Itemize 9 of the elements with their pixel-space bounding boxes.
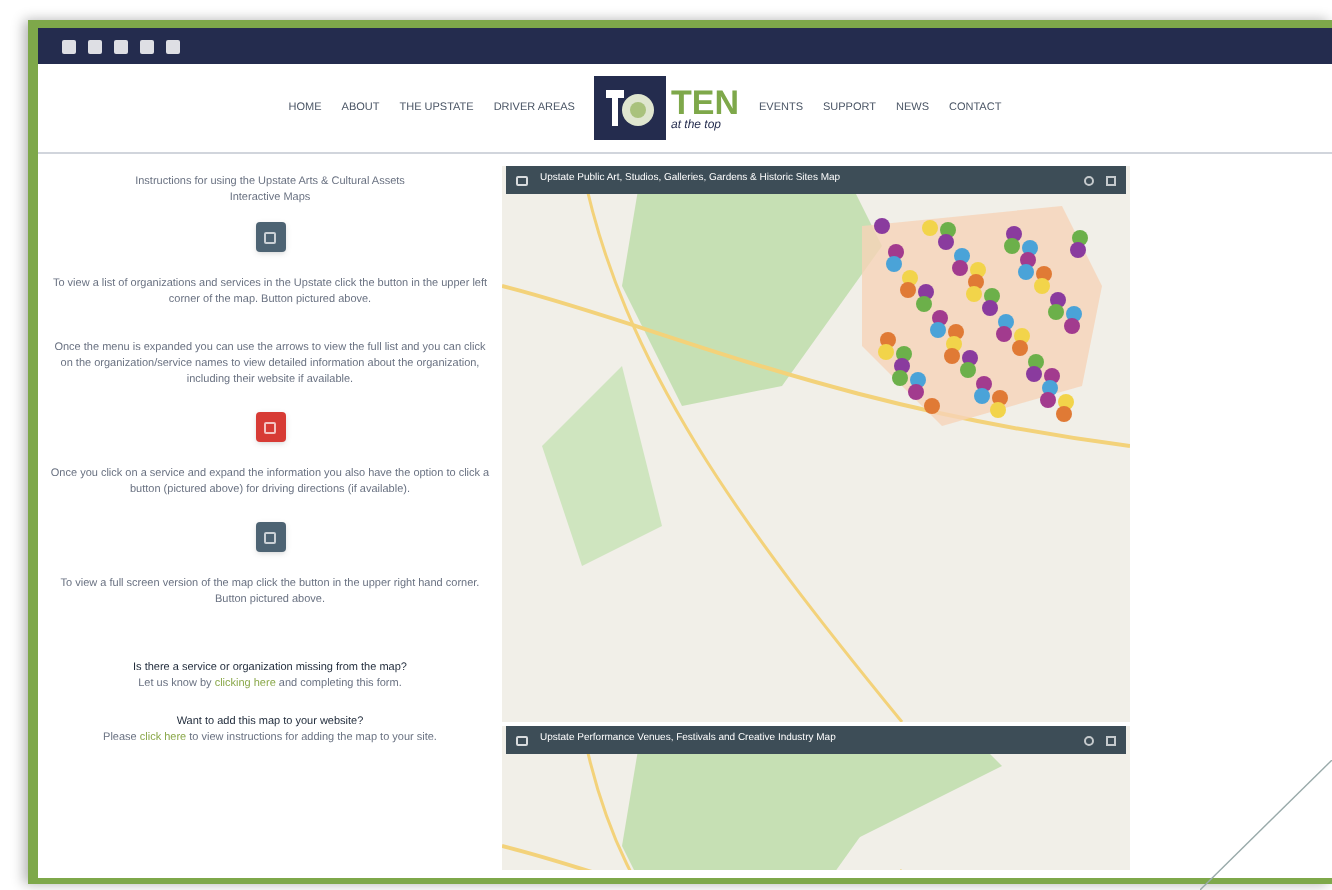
share-icon[interactable] bbox=[1084, 175, 1094, 185]
fullscreen-icon[interactable] bbox=[1106, 175, 1116, 185]
decoration-line bbox=[1200, 760, 1332, 890]
logo-icon[interactable] bbox=[594, 76, 667, 140]
logo-text: TEN bbox=[670, 85, 739, 119]
share-icon[interactable] bbox=[1084, 735, 1094, 745]
sidebar-icon[interactable] bbox=[516, 175, 528, 185]
fullscreen-icon[interactable] bbox=[1106, 735, 1116, 745]
sidebar-icon[interactable] bbox=[516, 735, 528, 745]
